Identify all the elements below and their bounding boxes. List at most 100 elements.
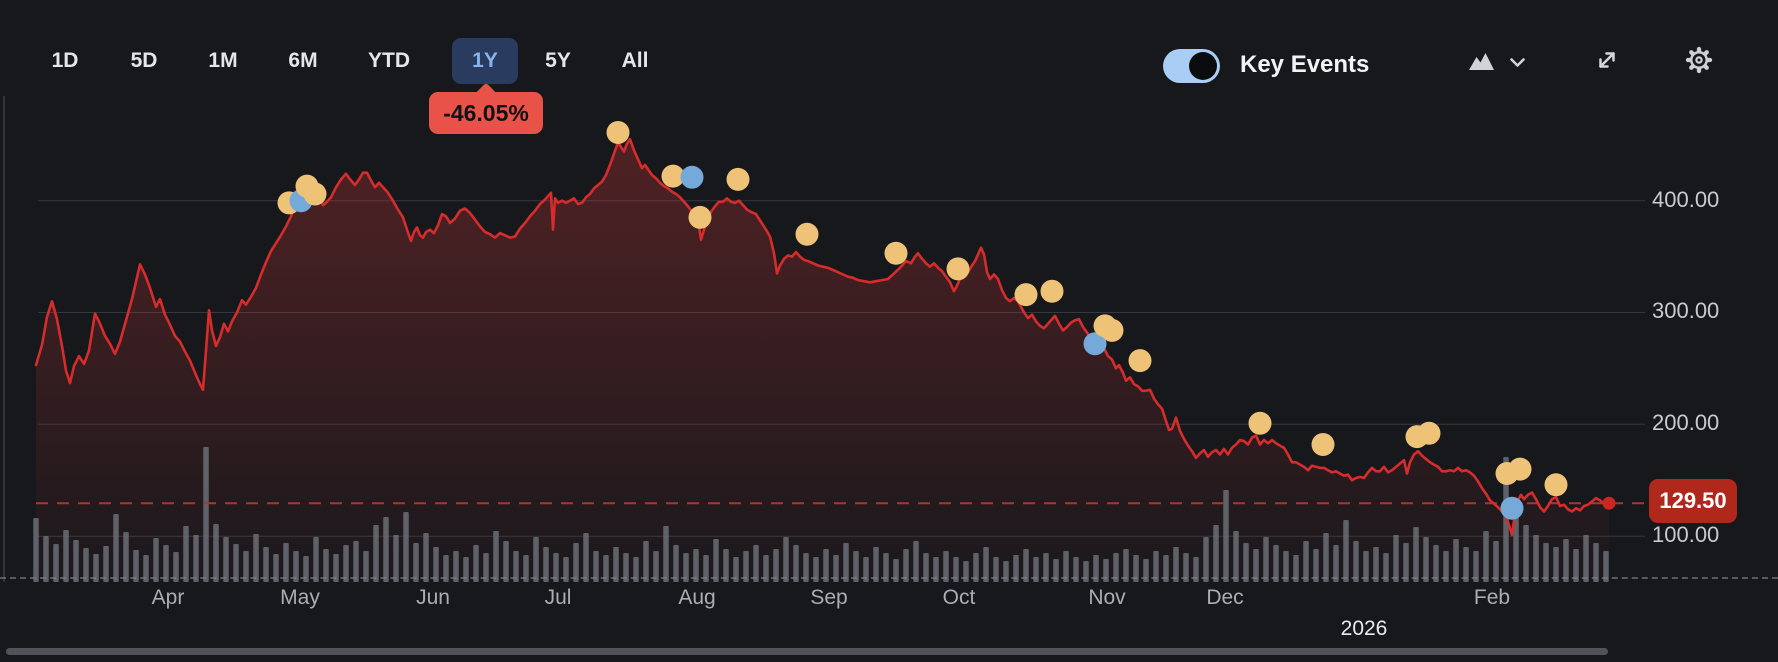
volume-bar <box>503 541 509 582</box>
volume-bar <box>1213 525 1219 582</box>
volume-bar <box>1233 531 1239 582</box>
x-axis-label-feb: Feb <box>1474 586 1510 610</box>
key-event-marker-yellow[interactable] <box>1249 412 1272 435</box>
range-button-1y[interactable]: 1Y <box>452 38 518 84</box>
y-axis-label: 200.00 <box>1652 410 1762 436</box>
key-event-marker-yellow[interactable] <box>689 206 712 229</box>
x-axis-label-jun: Jun <box>416 586 450 610</box>
toggle-knob <box>1189 52 1217 80</box>
volume-bar <box>313 537 319 582</box>
x-axis-label-apr: Apr <box>152 586 185 610</box>
key-event-marker-blue[interactable] <box>681 166 704 189</box>
volume-bar <box>1533 535 1539 582</box>
key-event-marker-yellow[interactable] <box>1015 283 1038 306</box>
x-axis-label-oct: Oct <box>943 586 976 610</box>
price-chart-svg <box>0 0 1778 662</box>
volume-bar <box>393 535 399 582</box>
key-events-toggle[interactable] <box>1163 49 1220 83</box>
volume-bar <box>1323 533 1329 582</box>
x-axis-separator <box>0 577 1778 579</box>
range-button-1d[interactable]: 1D <box>37 38 93 84</box>
x-axis-label-aug: Aug <box>678 586 715 610</box>
key-event-marker-yellow[interactable] <box>1418 422 1441 445</box>
volume-bar <box>183 526 189 582</box>
volume-bar <box>1483 531 1489 582</box>
key-events-label: Key Events <box>1240 51 1369 79</box>
volume-bar <box>913 541 919 582</box>
current-price-badge: 129.50 <box>1649 479 1737 523</box>
expand-icon[interactable] <box>1594 47 1620 73</box>
key-event-marker-yellow[interactable] <box>304 183 327 206</box>
volume-bar <box>643 541 649 582</box>
key-event-marker-yellow[interactable] <box>1545 473 1568 496</box>
gear-icon[interactable] <box>1684 45 1714 75</box>
y-axis-label: 400.00 <box>1652 187 1762 213</box>
key-event-marker-yellow[interactable] <box>1129 349 1152 372</box>
key-event-marker-yellow[interactable] <box>727 168 750 191</box>
volume-bar <box>63 530 69 582</box>
x-axis-year-label: 2026 <box>1341 617 1388 641</box>
x-axis-label-may: May <box>280 586 320 610</box>
volume-bar <box>1413 527 1419 582</box>
volume-bar <box>1393 535 1399 582</box>
volume-bar <box>43 536 49 582</box>
horizontal-scrollbar[interactable] <box>6 648 1608 655</box>
volume-bar <box>113 514 119 582</box>
key-event-marker-yellow[interactable] <box>796 223 819 246</box>
volume-bar <box>383 517 389 582</box>
volume-bar <box>223 537 229 582</box>
volume-bar <box>33 518 39 582</box>
key-event-marker-yellow[interactable] <box>607 121 630 144</box>
volume-bar <box>153 538 159 582</box>
volume-bar <box>783 537 789 582</box>
volume-bar <box>353 541 359 582</box>
y-axis-label: 100.00 <box>1652 522 1762 548</box>
key-event-marker-yellow[interactable] <box>1509 458 1532 481</box>
volume-bar <box>73 540 79 582</box>
volume-bar <box>253 534 259 582</box>
y-axis-label: 300.00 <box>1652 298 1762 324</box>
volume-bar <box>1223 490 1229 582</box>
chart-style-selector[interactable] <box>1468 52 1526 76</box>
volume-bar <box>1263 537 1269 582</box>
x-axis-label-jul: Jul <box>545 586 572 610</box>
volume-bar <box>123 532 129 582</box>
volume-bar <box>373 525 379 582</box>
volume-bar <box>1353 541 1359 582</box>
range-button-6m[interactable]: 6M <box>275 38 331 84</box>
range-button-all[interactable]: All <box>607 38 663 84</box>
volume-bar <box>1423 537 1429 582</box>
volume-bar <box>583 533 589 582</box>
last-price-dot <box>1603 497 1616 510</box>
volume-bar <box>1563 539 1569 582</box>
range-button-1m[interactable]: 1M <box>195 38 251 84</box>
volume-bar <box>213 524 219 582</box>
x-axis-label-dec: Dec <box>1206 586 1243 610</box>
key-event-marker-blue[interactable] <box>1501 497 1524 520</box>
period-change-badge: -46.05% <box>429 92 543 134</box>
volume-bar <box>193 535 199 582</box>
key-event-marker-yellow[interactable] <box>947 257 970 280</box>
volume-bar <box>533 537 539 582</box>
key-event-marker-yellow[interactable] <box>885 242 908 265</box>
volume-bar <box>1583 535 1589 582</box>
chevron-down-icon <box>1509 55 1526 73</box>
key-event-marker-yellow[interactable] <box>1041 280 1064 303</box>
volume-bar <box>1203 537 1209 582</box>
volume-bar <box>203 447 209 582</box>
range-button-5y[interactable]: 5Y <box>530 38 586 84</box>
volume-bar <box>1493 541 1499 582</box>
price-area-fill <box>36 139 1609 582</box>
volume-bar <box>1453 539 1459 582</box>
volume-bar <box>423 533 429 582</box>
volume-bar <box>1343 520 1349 582</box>
range-button-5d[interactable]: 5D <box>116 38 172 84</box>
range-button-ytd[interactable]: YTD <box>361 38 417 84</box>
key-event-marker-yellow[interactable] <box>1312 433 1335 456</box>
stock-chart-panel: 400.00300.00200.00100.00AprMayJunJulAugS… <box>0 0 1778 662</box>
volume-bar <box>403 512 409 582</box>
volume-bar <box>663 526 669 582</box>
mountain-chart-icon <box>1468 52 1495 76</box>
key-event-marker-yellow[interactable] <box>1101 319 1124 342</box>
volume-bar <box>1523 525 1529 582</box>
